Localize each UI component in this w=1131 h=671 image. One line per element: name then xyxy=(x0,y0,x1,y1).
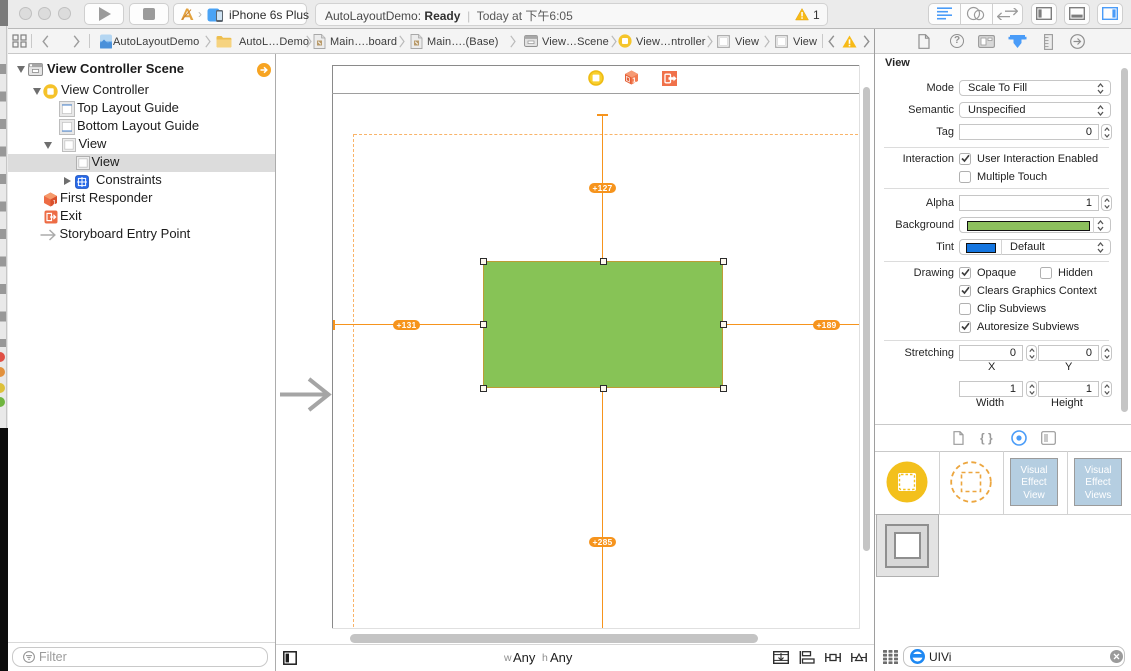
svg-text:1: 1 xyxy=(632,77,636,84)
svg-text:1: 1 xyxy=(53,199,57,206)
